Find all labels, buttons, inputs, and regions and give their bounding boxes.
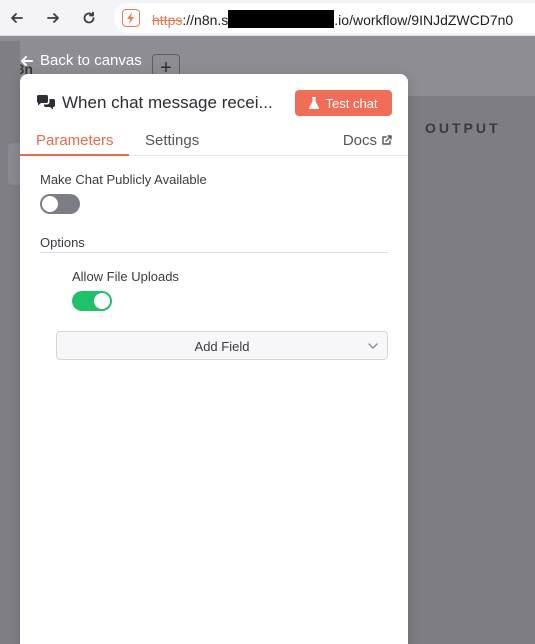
options-divider <box>40 252 388 253</box>
output-panel <box>390 96 535 644</box>
panel-tabs: Parameters Settings Docs <box>20 128 408 156</box>
node-title[interactable]: When chat message recei... <box>62 93 273 113</box>
test-chat-button[interactable]: Test chat <box>295 90 392 116</box>
tab-settings[interactable]: Settings <box>145 132 199 156</box>
options-label: Options <box>40 235 85 250</box>
browser-toolbar: https://n8n.s .io/workflow/9INJdZWCD7n0 <box>0 0 535 36</box>
docs-label: Docs <box>342 132 377 149</box>
node-settings-panel: When chat message recei... Test chat Par… <box>20 74 408 644</box>
chat-bubbles-icon <box>37 95 55 110</box>
back-to-canvas-link[interactable]: Back to canvas <box>20 52 142 69</box>
external-link-icon <box>382 135 392 145</box>
address-bar[interactable]: https://n8n.s .io/workflow/9INJdZWCD7n0 <box>114 3 535 33</box>
url-text[interactable]: https://n8n.s .io/workflow/9INJdZWCD7n0 <box>152 10 513 28</box>
redaction-bar <box>228 10 335 28</box>
tab-parameters[interactable]: Parameters <box>36 132 114 156</box>
sidebar <box>0 41 20 644</box>
toggle-knob <box>42 196 58 212</box>
add-field-label: Add Field <box>194 339 250 354</box>
forward-arrow-icon[interactable] <box>42 7 64 29</box>
file-uploads-toggle[interactable] <box>72 291 112 311</box>
test-chat-label: Test chat <box>325 95 378 111</box>
parameters-body: Make Chat Publicly Available Options All… <box>20 156 408 644</box>
public-chat-label: Make Chat Publicly Available <box>40 172 207 187</box>
flask-icon <box>309 97 320 109</box>
sidebar-tab <box>8 143 20 185</box>
file-uploads-label: Allow File Uploads <box>72 269 179 284</box>
site-security-icon[interactable] <box>122 9 140 27</box>
back-arrow-icon[interactable] <box>6 7 28 29</box>
add-field-dropdown[interactable]: Add Field <box>56 331 388 360</box>
toggle-knob <box>94 293 110 309</box>
back-to-canvas-label: Back to canvas <box>40 52 142 69</box>
reload-icon[interactable] <box>78 7 100 29</box>
panel-header: When chat message recei... Test chat <box>20 74 408 128</box>
arrow-left-icon <box>21 55 33 66</box>
chevron-down-icon <box>368 343 378 349</box>
public-chat-toggle[interactable] <box>40 194 80 214</box>
output-label: OUTPUT <box>425 120 501 136</box>
docs-link[interactable]: Docs <box>343 132 392 149</box>
